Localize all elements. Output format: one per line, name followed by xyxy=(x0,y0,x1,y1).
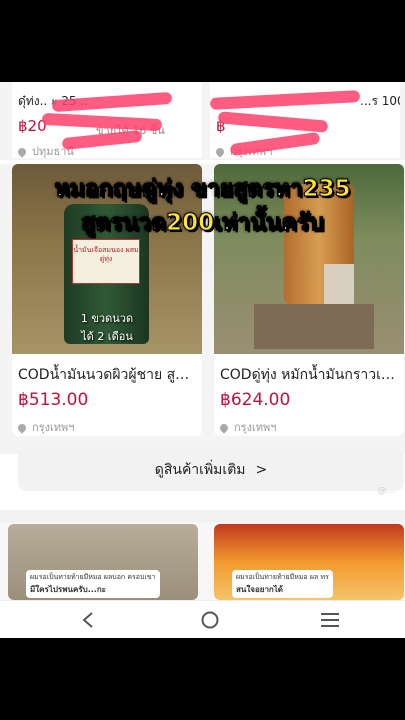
product-location: กรุงเทพฯ xyxy=(218,418,276,436)
product-title: CODน้ำมันนวดผิวผู้ชาย สูตร... xyxy=(18,367,198,383)
video-feed-row: ผมรอเป็นทายท้ายมีหมอ ผลบอก ครอบเขา มีใคร… xyxy=(0,522,405,602)
chevron-right-icon: > xyxy=(255,461,268,478)
feed-video-card[interactable]: ผมรอเป็นทายท้ายมีหมอ ผลบอก ครอบเขา มีใคร… xyxy=(8,524,198,600)
image-caption-2: ได้ 2 เดือน xyxy=(81,330,133,343)
top-product-row: ดุ๋ท่ง.. ะ 25 .. ฿20 ขายได้ 16 ชิ้น ปทุม… xyxy=(0,82,405,160)
location-pin-icon xyxy=(214,146,226,158)
comment-bubble: ผมรอเป็นทายท้ายมีหมอ ผลบอก ครอบเขา มีใคร… xyxy=(26,570,160,598)
system-navigation-bar xyxy=(0,600,405,638)
location-pin-icon xyxy=(218,422,230,434)
app-screen: ดุ๋ท่ง.. ะ 25 .. ฿20 ขายได้ 16 ชิ้น ปทุม… xyxy=(0,82,405,638)
table-shape xyxy=(254,304,374,349)
see-more-label: ดูสินค้าเพิ่มเติม xyxy=(154,461,246,478)
product-price: ฿513.00 xyxy=(18,390,89,410)
location-pin-icon xyxy=(16,146,28,158)
image-caption-1: 1 ขวดนวด xyxy=(80,312,134,325)
back-icon[interactable] xyxy=(68,605,108,635)
product-price: ฿624.00 xyxy=(220,390,291,410)
menu-icon[interactable] xyxy=(310,605,350,635)
redaction-scribble xyxy=(209,90,361,110)
location-pin-icon xyxy=(16,422,28,434)
feed-video-card[interactable]: ผมรอเป็นทายท้ายมีหมอ ผล ทร สนใจอยากได้ xyxy=(214,524,404,600)
product-card-top-left[interactable]: ดุ๋ท่ง.. ะ 25 .. ฿20 ขายได้ 16 ชิ้น ปทุม… xyxy=(12,82,202,158)
promo-overlay-line2: สูตรนวด200เท่านั้นครับ xyxy=(81,210,325,237)
box-shape xyxy=(324,264,354,304)
product-card-top-right[interactable]: ...ร 100% . ฿ กรุงเทพฯ xyxy=(209,82,400,158)
home-icon[interactable] xyxy=(190,605,230,635)
product-title: CODดู่ทุ่ง หมักน้ำมันกราวเครื... xyxy=(220,367,400,383)
redaction-scribble xyxy=(229,131,321,157)
bottle-label: น้ำมันเจือสมนอง ผสมดู่ทุ่ง xyxy=(72,239,140,284)
product-location: กรุงเทพฯ xyxy=(16,418,74,436)
comment-bubble: ผมรอเป็นทายท้ายมีหมอ ผล ทร สนใจอยากได้ xyxy=(232,570,333,598)
see-more-products-button[interactable]: ดูสินค้าเพิ่มเติม > xyxy=(18,448,404,491)
redaction-scribble xyxy=(61,129,143,151)
section-divider xyxy=(0,510,405,522)
watermark-text: @... xyxy=(377,486,395,496)
status-bar-area xyxy=(0,0,405,82)
promo-overlay-line1: หมอกฤษดู่ทุ่ง ขายสูตรทา235 xyxy=(54,176,351,203)
redaction-scribble xyxy=(217,111,329,133)
bottom-black-area xyxy=(0,638,405,720)
product-title: ...ร 100% . xyxy=(360,94,400,108)
